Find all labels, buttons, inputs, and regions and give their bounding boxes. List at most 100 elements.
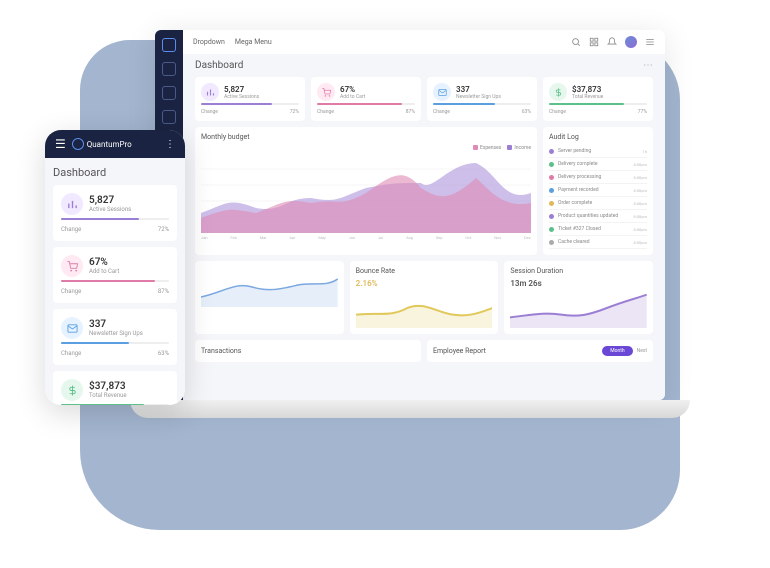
change-label: Change [317, 109, 334, 115]
status-dot-icon [549, 240, 554, 245]
card-label: Total Revenue [572, 94, 603, 100]
status-dot-icon [549, 149, 554, 154]
more-icon[interactable]: ⋯ [643, 60, 653, 71]
card-value: 5,827 [224, 85, 259, 94]
session-title: Session Duration [510, 267, 647, 275]
menu-icon[interactable] [645, 37, 655, 47]
bar-chart-icon [201, 83, 219, 101]
nav-mega-menu[interactable]: Mega Menu [235, 38, 272, 46]
progress-bar [549, 103, 647, 105]
budget-title: Monthly budget [201, 133, 531, 141]
change-label: Change [201, 109, 218, 115]
transactions-panel: Transactions [195, 340, 421, 362]
more-icon[interactable]: ⋮ [165, 139, 175, 150]
dollar-icon [61, 379, 83, 401]
page-title: Dashboard [195, 60, 243, 71]
employee-report-panel: Employee Report Month Next [427, 340, 653, 362]
bell-icon[interactable] [607, 37, 617, 47]
audit-log: Audit Log Server pending 1h Delivery compl… [543, 127, 653, 255]
progress-bar [61, 218, 169, 220]
pct-label: 72% [290, 109, 299, 115]
card-value: 337 [456, 85, 501, 94]
x-axis: JanFebMarAprMayJunJulAugSepOctNovDec [201, 235, 531, 240]
audit-item[interactable]: Delivery processing 8:00pm [549, 171, 647, 184]
audit-item[interactable]: Server pending 1h [549, 145, 647, 158]
mini-chart-bounce: Bounce Rate 2.16% [350, 261, 499, 334]
sidebar-item-3[interactable] [162, 110, 176, 124]
pct-label: 72% [158, 226, 169, 233]
bounce-value: 2.16% [356, 279, 493, 288]
nav-dropdown[interactable]: Dropdown [193, 38, 225, 46]
status-dot-icon [549, 162, 554, 167]
sidebar-item-1[interactable] [162, 62, 176, 76]
topbar: Dropdown Mega Menu [183, 30, 665, 54]
audit-text: Order complete [558, 200, 592, 206]
change-label: Change [61, 226, 81, 233]
legend-income: Income [507, 145, 531, 151]
card-label: Add to Cart [340, 94, 365, 100]
mobile-dashboard: ☰ QuantumPro ⋮ Dashboard 5,827 Active Se… [45, 130, 185, 405]
cart-icon [317, 83, 335, 101]
card-value: 5,827 [89, 195, 131, 206]
card-value: 67% [89, 257, 119, 268]
card-newsletter: 337 Newsletter Sign Ups Change63% [53, 309, 177, 365]
card-value: $37,873 [572, 85, 603, 94]
area-chart [201, 153, 531, 233]
audit-text: Product quantities updated [558, 213, 618, 219]
status-dot-icon [549, 188, 554, 193]
audit-item[interactable]: Product quantities updated8:00pm [549, 210, 647, 223]
month-pill[interactable]: Month [602, 346, 632, 356]
audit-time: 8:00pm [634, 240, 647, 245]
audit-time: 8:00pm [634, 175, 647, 180]
card-sessions: 5,827 Active Sessions Change 72% [53, 185, 177, 241]
card-label: Active Sessions [89, 206, 131, 213]
audit-item[interactable]: Order complete8:00pm [549, 197, 647, 210]
search-icon[interactable] [571, 37, 581, 47]
audit-title: Audit Log [549, 133, 647, 141]
status-dot-icon [549, 201, 554, 206]
audit-time: 8:00pm [634, 188, 647, 193]
card-label: Newsletter Sign Ups [456, 94, 501, 100]
budget-chart: Monthly budget Expenses Income JanFebMar… [195, 127, 537, 255]
audit-text: Server pending [558, 148, 591, 154]
card-sessions: 5,827 Active Sessions Change 72% [195, 77, 305, 121]
grid-icon[interactable] [589, 37, 599, 47]
pct-label: 87% [406, 109, 415, 115]
pct-label: 77% [638, 109, 647, 115]
card-label: Newsletter Sign Ups [89, 330, 143, 337]
audit-time: 1h [643, 149, 647, 154]
pct-label: 87% [158, 288, 169, 295]
sidebar-logo-icon[interactable] [162, 38, 176, 52]
audit-item[interactable]: Payment recorded8:00pm [549, 184, 647, 197]
card-label: Active Sessions [224, 94, 259, 100]
bar-chart-icon [61, 193, 83, 215]
sidebar-item-2[interactable] [162, 86, 176, 100]
audit-time: 8:00pm [634, 162, 647, 167]
main-content: Dropdown Mega Menu Dashboard ⋯ [183, 30, 665, 400]
card-cart: 67% Add to Cart Change87% [311, 77, 421, 121]
progress-bar [61, 404, 169, 405]
audit-item[interactable]: Delivery complete 8:00pm [549, 158, 647, 171]
change-label: Change [433, 109, 450, 115]
audit-item[interactable]: Ticket #327 Closed8:00pm [549, 223, 647, 236]
card-value: $37,873 [89, 381, 127, 392]
audit-text: Delivery processing [558, 174, 601, 180]
audit-text: Delivery complete [558, 161, 598, 167]
status-dot-icon [549, 175, 554, 180]
card-revenue: $37,873 Total Revenue Change77% [543, 77, 653, 121]
audit-text: Ticket #327 Closed [558, 226, 601, 232]
progress-bar [317, 103, 415, 105]
hamburger-icon[interactable]: ☰ [55, 137, 66, 151]
status-dot-icon [549, 227, 554, 232]
next-button[interactable]: Next [637, 348, 647, 354]
mini-chart-session: Session Duration 13m 26s [504, 261, 653, 334]
change-label: Change [61, 288, 81, 295]
legend-expenses: Expenses [473, 145, 501, 151]
mini-chart-1 [195, 261, 344, 334]
desktop-dashboard: Dropdown Mega Menu Dashboard ⋯ [155, 30, 665, 400]
audit-item[interactable]: Cache cleared8:00pm [549, 236, 647, 249]
stat-cards: 5,827 Active Sessions Change72% 67% Add … [183, 77, 665, 121]
progress-bar [61, 280, 169, 282]
mail-icon [61, 317, 83, 339]
avatar[interactable] [625, 36, 637, 48]
